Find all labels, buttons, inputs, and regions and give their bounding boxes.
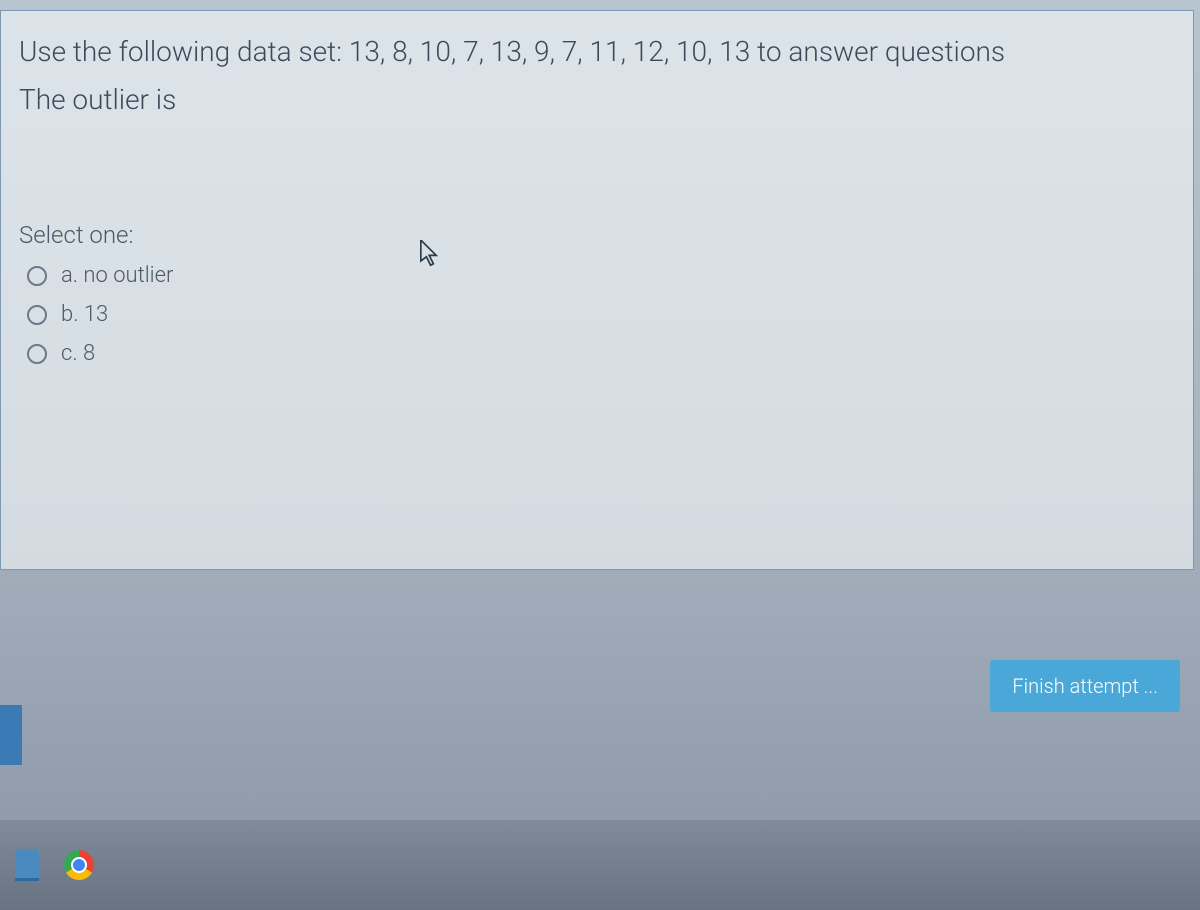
radio-a[interactable]: [27, 266, 47, 286]
file-explorer-icon: [15, 849, 39, 881]
option-row-a[interactable]: a. no outlier: [27, 263, 1169, 288]
radio-c[interactable]: [27, 344, 47, 364]
question-card: Use the following data set: 13, 8, 10, 7…: [0, 10, 1194, 570]
option-label-b[interactable]: b. 13: [61, 302, 108, 327]
radio-b[interactable]: [27, 305, 47, 325]
question-prompt-line1: Use the following data set: 13, 8, 10, 7…: [19, 31, 1169, 73]
option-label-a[interactable]: a. no outlier: [61, 263, 173, 288]
select-one-label: Select one:: [19, 221, 1169, 249]
taskbar: [0, 820, 1200, 910]
chrome-icon: [64, 850, 94, 880]
option-row-c[interactable]: c. 8: [27, 341, 1169, 366]
finish-attempt-button[interactable]: Finish attempt ...: [990, 660, 1180, 712]
question-prompt-line2: The outlier is: [19, 79, 1169, 121]
window-edge-indicator: [0, 705, 22, 765]
option-label-c[interactable]: c. 8: [61, 341, 95, 366]
taskbar-chrome[interactable]: [62, 843, 96, 887]
taskbar-file-explorer[interactable]: [10, 843, 44, 887]
option-row-b[interactable]: b. 13: [27, 302, 1169, 327]
